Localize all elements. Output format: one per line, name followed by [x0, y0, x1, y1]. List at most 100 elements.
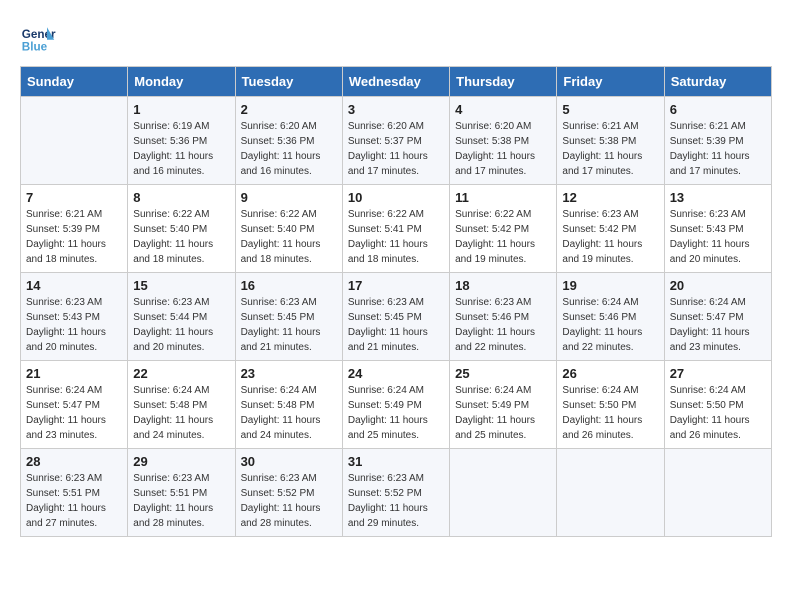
day-number: 20	[670, 278, 766, 293]
calendar-cell: 22Sunrise: 6:24 AMSunset: 5:48 PMDayligh…	[128, 361, 235, 449]
cell-info: Sunrise: 6:23 AMSunset: 5:45 PMDaylight:…	[241, 295, 337, 355]
calendar-cell: 21Sunrise: 6:24 AMSunset: 5:47 PMDayligh…	[21, 361, 128, 449]
cell-info: Sunrise: 6:20 AMSunset: 5:38 PMDaylight:…	[455, 119, 551, 179]
calendar-week-1: 1 Sunrise: 6:19 AMSunset: 5:36 PMDaylight…	[21, 97, 772, 185]
calendar-week-4: 21Sunrise: 6:24 AMSunset: 5:47 PMDayligh…	[21, 361, 772, 449]
cell-info: Sunrise: 6:24 AMSunset: 5:46 PMDaylight:…	[562, 295, 658, 355]
calendar-cell: 9 Sunrise: 6:22 AMSunset: 5:40 PMDaylight…	[235, 185, 342, 273]
cell-info: Sunrise: 6:23 AMSunset: 5:52 PMDaylight:…	[241, 471, 337, 531]
calendar-cell	[450, 449, 557, 537]
cell-info: Sunrise: 6:22 AMSunset: 5:40 PMDaylight:…	[241, 207, 337, 267]
day-number: 4	[455, 102, 551, 117]
calendar-cell: 8 Sunrise: 6:22 AMSunset: 5:40 PMDaylight…	[128, 185, 235, 273]
day-number: 15	[133, 278, 229, 293]
calendar-cell: 29 Sunrise: 6:23 AMSunset: 5:51 PMDayligh…	[128, 449, 235, 537]
cell-info: Sunrise: 6:21 AMSunset: 5:38 PMDaylight:…	[562, 119, 658, 179]
calendar-cell: 2Sunrise: 6:20 AMSunset: 5:36 PMDaylight…	[235, 97, 342, 185]
page-header: General Blue	[20, 20, 772, 56]
day-number: 26	[562, 366, 658, 381]
day-number: 28	[26, 454, 122, 469]
cell-info: Sunrise: 6:19 AMSunset: 5:36 PMDaylight:…	[133, 119, 229, 179]
day-number: 18	[455, 278, 551, 293]
logo-icon: General Blue	[20, 20, 56, 56]
day-number: 30	[241, 454, 337, 469]
cell-info: Sunrise: 6:23 AMSunset: 5:51 PMDaylight:…	[133, 471, 229, 531]
cell-info: Sunrise: 6:21 AMSunset: 5:39 PMDaylight:…	[26, 207, 122, 267]
calendar-cell: 20 Sunrise: 6:24 AMSunset: 5:47 PMDayligh…	[664, 273, 771, 361]
day-number: 29	[133, 454, 229, 469]
day-number: 6	[670, 102, 766, 117]
cell-info: Sunrise: 6:22 AMSunset: 5:41 PMDaylight:…	[348, 207, 444, 267]
cell-info: Sunrise: 6:22 AMSunset: 5:40 PMDaylight:…	[133, 207, 229, 267]
cell-info: Sunrise: 6:24 AMSunset: 5:50 PMDaylight:…	[562, 383, 658, 443]
header-cell-monday: Monday	[128, 67, 235, 97]
day-number: 10	[348, 190, 444, 205]
day-number: 14	[26, 278, 122, 293]
calendar-cell: 11 Sunrise: 6:22 AMSunset: 5:42 PMDayligh…	[450, 185, 557, 273]
day-number: 12	[562, 190, 658, 205]
day-number: 31	[348, 454, 444, 469]
calendar-cell: 27 Sunrise: 6:24 AMSunset: 5:50 PMDayligh…	[664, 361, 771, 449]
calendar-cell: 7 Sunrise: 6:21 AMSunset: 5:39 PMDaylight…	[21, 185, 128, 273]
cell-info: Sunrise: 6:24 AMSunset: 5:47 PMDaylight:…	[670, 295, 766, 355]
day-number: 17	[348, 278, 444, 293]
cell-info: Sunrise: 6:23 AMSunset: 5:46 PMDaylight:…	[455, 295, 551, 355]
calendar-cell: 19Sunrise: 6:24 AMSunset: 5:46 PMDayligh…	[557, 273, 664, 361]
cell-info: Sunrise: 6:23 AMSunset: 5:52 PMDaylight:…	[348, 471, 444, 531]
calendar-cell: 3Sunrise: 6:20 AMSunset: 5:37 PMDaylight…	[342, 97, 449, 185]
day-number: 8	[133, 190, 229, 205]
day-number: 9	[241, 190, 337, 205]
calendar-cell: 16 Sunrise: 6:23 AMSunset: 5:45 PMDayligh…	[235, 273, 342, 361]
day-number: 24	[348, 366, 444, 381]
calendar-cell: 31 Sunrise: 6:23 AMSunset: 5:52 PMDayligh…	[342, 449, 449, 537]
calendar-week-2: 7 Sunrise: 6:21 AMSunset: 5:39 PMDaylight…	[21, 185, 772, 273]
header-cell-friday: Friday	[557, 67, 664, 97]
day-number: 27	[670, 366, 766, 381]
svg-text:Blue: Blue	[22, 41, 48, 54]
cell-info: Sunrise: 6:24 AMSunset: 5:47 PMDaylight:…	[26, 383, 122, 443]
cell-info: Sunrise: 6:24 AMSunset: 5:50 PMDaylight:…	[670, 383, 766, 443]
calendar-cell	[557, 449, 664, 537]
calendar-cell: 10 Sunrise: 6:22 AMSunset: 5:41 PMDayligh…	[342, 185, 449, 273]
calendar-cell: 23Sunrise: 6:24 AMSunset: 5:48 PMDayligh…	[235, 361, 342, 449]
cell-info: Sunrise: 6:24 AMSunset: 5:49 PMDaylight:…	[348, 383, 444, 443]
calendar-cell: 17 Sunrise: 6:23 AMSunset: 5:45 PMDayligh…	[342, 273, 449, 361]
day-number: 23	[241, 366, 337, 381]
day-number: 3	[348, 102, 444, 117]
day-number: 11	[455, 190, 551, 205]
header-cell-thursday: Thursday	[450, 67, 557, 97]
calendar-cell: 18 Sunrise: 6:23 AMSunset: 5:46 PMDayligh…	[450, 273, 557, 361]
calendar-cell: 24 Sunrise: 6:24 AMSunset: 5:49 PMDayligh…	[342, 361, 449, 449]
cell-info: Sunrise: 6:23 AMSunset: 5:44 PMDaylight:…	[133, 295, 229, 355]
calendar-cell: 14 Sunrise: 6:23 AMSunset: 5:43 PMDayligh…	[21, 273, 128, 361]
calendar-cell: 13Sunrise: 6:23 AMSunset: 5:43 PMDayligh…	[664, 185, 771, 273]
cell-info: Sunrise: 6:20 AMSunset: 5:36 PMDaylight:…	[241, 119, 337, 179]
calendar-cell: 30 Sunrise: 6:23 AMSunset: 5:52 PMDayligh…	[235, 449, 342, 537]
calendar-cell: 6 Sunrise: 6:21 AMSunset: 5:39 PMDaylight…	[664, 97, 771, 185]
calendar-cell: 25Sunrise: 6:24 AMSunset: 5:49 PMDayligh…	[450, 361, 557, 449]
calendar-cell: 1 Sunrise: 6:19 AMSunset: 5:36 PMDaylight…	[128, 97, 235, 185]
calendar-cell: 5 Sunrise: 6:21 AMSunset: 5:38 PMDaylight…	[557, 97, 664, 185]
day-number: 16	[241, 278, 337, 293]
day-number: 7	[26, 190, 122, 205]
calendar-header-row: SundayMondayTuesdayWednesdayThursdayFrid…	[21, 67, 772, 97]
calendar-cell	[21, 97, 128, 185]
calendar-cell: 26 Sunrise: 6:24 AMSunset: 5:50 PMDayligh…	[557, 361, 664, 449]
cell-info: Sunrise: 6:22 AMSunset: 5:42 PMDaylight:…	[455, 207, 551, 267]
day-number: 5	[562, 102, 658, 117]
header-cell-tuesday: Tuesday	[235, 67, 342, 97]
calendar-table: SundayMondayTuesdayWednesdayThursdayFrid…	[20, 66, 772, 537]
day-number: 1	[133, 102, 229, 117]
calendar-cell: 12 Sunrise: 6:23 AMSunset: 5:42 PMDayligh…	[557, 185, 664, 273]
cell-info: Sunrise: 6:23 AMSunset: 5:43 PMDaylight:…	[26, 295, 122, 355]
cell-info: Sunrise: 6:23 AMSunset: 5:45 PMDaylight:…	[348, 295, 444, 355]
day-number: 25	[455, 366, 551, 381]
cell-info: Sunrise: 6:24 AMSunset: 5:48 PMDaylight:…	[133, 383, 229, 443]
cell-info: Sunrise: 6:23 AMSunset: 5:42 PMDaylight:…	[562, 207, 658, 267]
cell-info: Sunrise: 6:21 AMSunset: 5:39 PMDaylight:…	[670, 119, 766, 179]
header-cell-sunday: Sunday	[21, 67, 128, 97]
calendar-cell	[664, 449, 771, 537]
day-number: 13	[670, 190, 766, 205]
calendar-cell: 4 Sunrise: 6:20 AMSunset: 5:38 PMDaylight…	[450, 97, 557, 185]
calendar-week-3: 14 Sunrise: 6:23 AMSunset: 5:43 PMDayligh…	[21, 273, 772, 361]
